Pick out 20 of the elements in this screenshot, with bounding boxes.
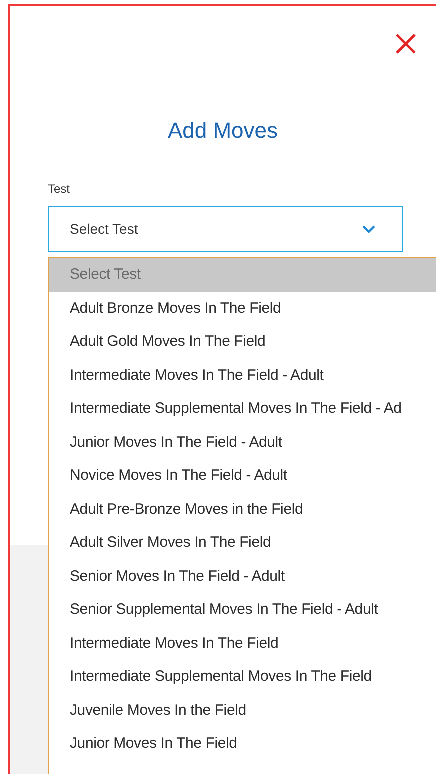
test-select[interactable]: Select Test [48,206,403,252]
dropdown-option[interactable]: Junior Moves In The Field [49,727,436,760]
close-icon [395,33,417,55]
dropdown-option[interactable]: Senior Moves In The Field - Adult [49,560,436,593]
dialog-title: Add Moves [166,118,280,144]
field-label: Test [48,182,72,196]
dropdown-option[interactable]: Adult Bronze Moves In The Field [49,292,436,325]
dropdown-option[interactable]: Adult Silver Moves In The Field [49,526,436,560]
dropdown-option[interactable]: Intermediate Supplemental Moves In The Field - Ad [49,392,436,426]
dropdown-option[interactable]: Adult Pre-Bronze Moves in the Field [49,492,436,526]
dropdown-option[interactable]: Senior Supplemental Moves In The Field - Adult [49,593,436,626]
dropdown-option[interactable]: Intermediate Supplemental Moves In The Field [49,660,436,694]
dropdown-option[interactable]: Adult Gold Moves In The Field [49,325,436,358]
chevron-down-icon [362,224,376,234]
close-button[interactable] [394,32,418,56]
dropdown-option[interactable]: Juvenile Moves In the Field [49,694,436,727]
dropdown-option[interactable]: Junior Moves In The Field - Adult [49,426,436,459]
dropdown-option[interactable]: Intermediate Moves In The Field [49,626,436,660]
dropdown-option[interactable]: Novice Moves In The Field - Adult [49,459,436,492]
dropdown-option[interactable]: Intermediate Moves In The Field - Adult [49,358,436,392]
